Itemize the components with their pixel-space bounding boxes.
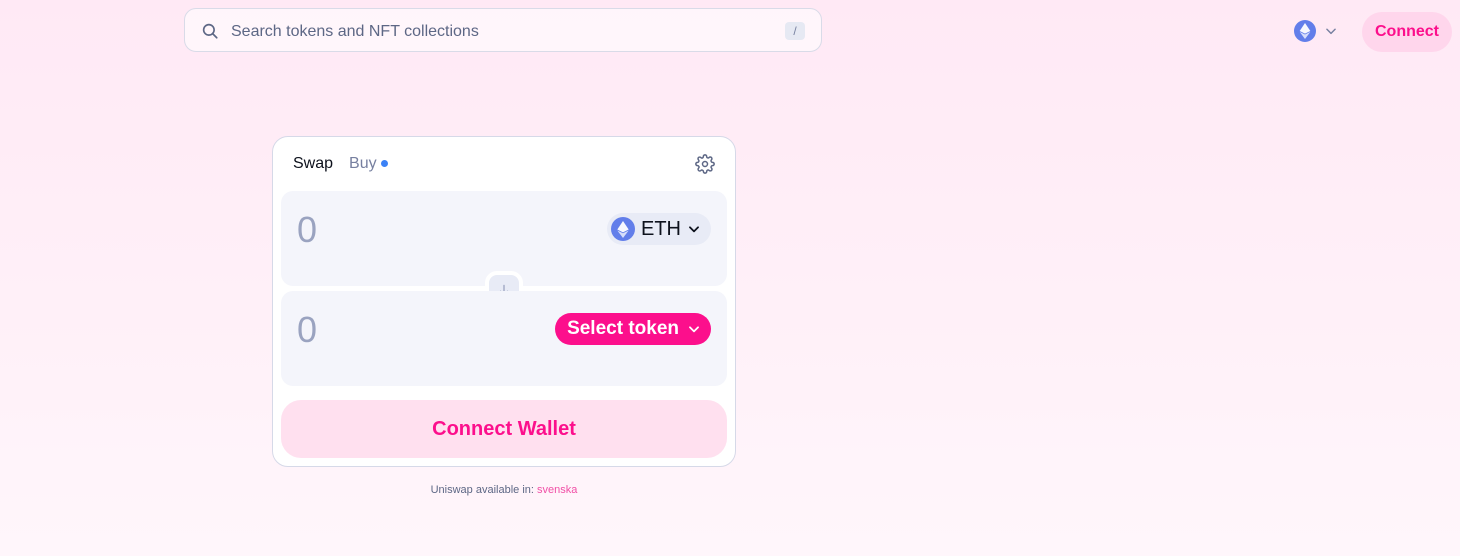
network-selector[interactable]: [1294, 20, 1338, 42]
input-token-selector[interactable]: ETH: [607, 213, 711, 245]
gear-icon[interactable]: [695, 154, 715, 174]
tab-buy[interactable]: Buy: [349, 155, 388, 173]
swap-tabs: Swap Buy: [293, 155, 388, 173]
chevron-down-icon: [689, 326, 699, 333]
input-token-label: ETH: [641, 217, 681, 240]
chevron-down-icon: [1326, 28, 1336, 35]
output-panel: 0 Select token: [281, 291, 727, 386]
tab-swap[interactable]: Swap: [293, 155, 333, 173]
search-input[interactable]: [229, 19, 773, 45]
chevron-down-icon: [689, 226, 699, 233]
input-amount[interactable]: 0: [297, 209, 317, 251]
tab-buy-label: Buy: [349, 155, 377, 172]
new-indicator-dot: [380, 159, 388, 167]
language-note: Uniswap available in: svenska: [272, 484, 736, 496]
swap-card: Swap Buy 0 ETH 0 Select token Connect Wa…: [272, 136, 736, 467]
select-token-label: Select token: [567, 318, 679, 339]
select-token-button[interactable]: Select token: [555, 313, 711, 345]
search-shortcut-hint: /: [785, 22, 805, 40]
ethereum-icon: [1294, 20, 1316, 42]
language-link[interactable]: svenska: [537, 484, 577, 496]
language-note-text: Uniswap available in:: [430, 484, 534, 496]
connect-button[interactable]: Connect: [1362, 12, 1452, 52]
search-icon: [202, 23, 218, 39]
connect-wallet-button[interactable]: Connect Wallet: [281, 400, 727, 458]
ethereum-icon: [611, 217, 635, 241]
output-amount[interactable]: 0: [297, 309, 317, 351]
search-bar[interactable]: /: [184, 8, 822, 52]
